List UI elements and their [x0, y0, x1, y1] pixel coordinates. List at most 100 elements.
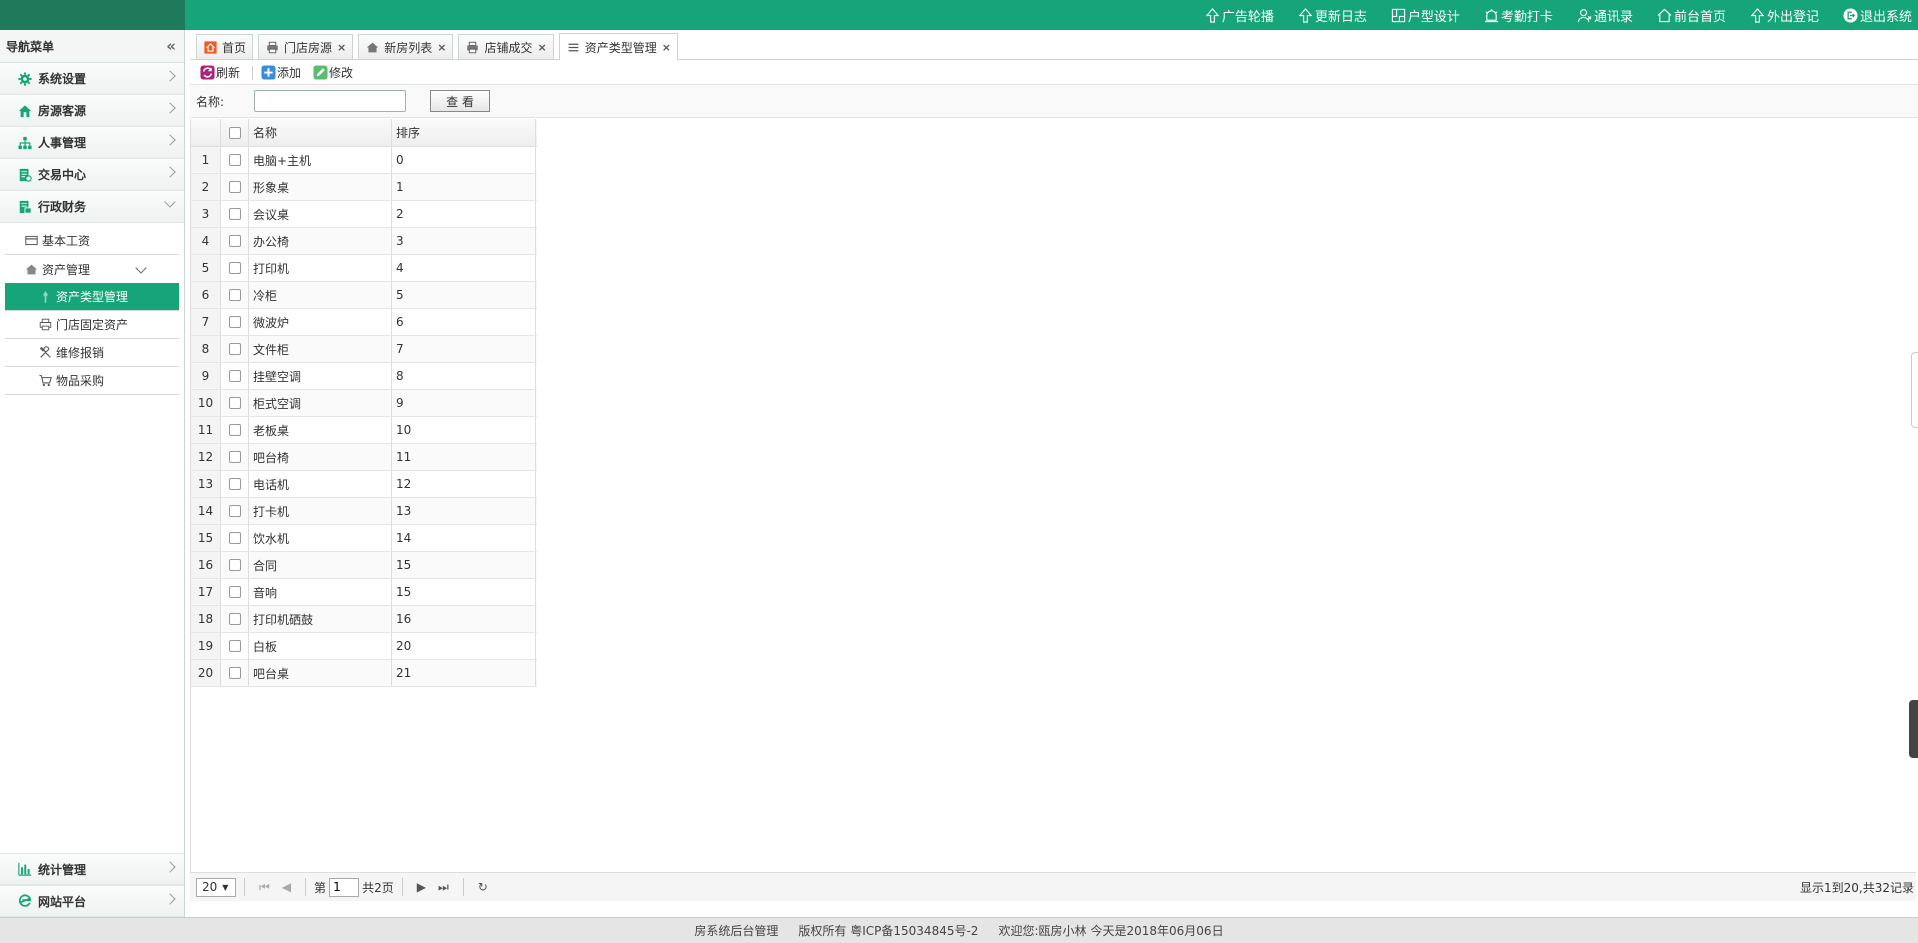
nav-group-website-platform[interactable]: 网站平台: [0, 885, 184, 917]
sidebar-item-asset-type-management[interactable]: 资产类型管理: [5, 283, 179, 311]
row-checkbox[interactable]: [228, 208, 241, 220]
sidebar-item-asset-management[interactable]: 资产管理: [5, 255, 179, 283]
table-row[interactable]: 11 老板桌 10: [191, 417, 537, 444]
row-number: 13: [191, 471, 221, 497]
row-checkbox[interactable]: [228, 181, 241, 193]
last-page-icon[interactable]: ⏭: [438, 880, 449, 895]
table-row[interactable]: 5 打印机 4: [191, 255, 537, 282]
table-row[interactable]: 7 微波炉 6: [191, 309, 537, 336]
close-icon[interactable]: ×: [538, 41, 547, 54]
table-row[interactable]: 1 电脑+主机 0: [191, 147, 537, 174]
row-checkbox[interactable]: [228, 451, 241, 463]
sidebar-item-basic-salary[interactable]: 基本工资: [5, 227, 179, 255]
edit-button[interactable]: 修改: [313, 64, 353, 81]
table-row[interactable]: 13 电话机 12: [191, 471, 537, 498]
tab-store-listings[interactable]: 门店房源 ×: [258, 34, 354, 59]
table-row[interactable]: 8 文件柜 7: [191, 336, 537, 363]
page-number-input[interactable]: [329, 877, 360, 897]
row-checkbox[interactable]: [228, 532, 241, 544]
table-row[interactable]: 3 会议桌 2: [191, 201, 537, 228]
table-row[interactable]: 2 形象桌 1: [191, 174, 537, 201]
nav-group-property-clients[interactable]: 房源客源: [0, 95, 184, 127]
row-checkbox[interactable]: [228, 505, 241, 517]
top-link-update-log[interactable]: 更新日志: [1298, 6, 1367, 25]
column-header-name[interactable]: 名称: [249, 119, 392, 146]
row-checkbox[interactable]: [228, 640, 241, 652]
tab-new-house-list[interactable]: 新房列表 ×: [358, 34, 454, 59]
table-row[interactable]: 19 白板 20: [191, 633, 537, 660]
column-header-sort[interactable]: 排序: [392, 119, 536, 146]
add-button[interactable]: 添加: [261, 64, 301, 81]
row-checkbox[interactable]: [228, 262, 241, 274]
table-row[interactable]: 20 吧台桌 21: [191, 660, 537, 687]
row-checkbox-cell: [221, 174, 249, 200]
row-checkbox[interactable]: [228, 343, 241, 355]
table-row[interactable]: 18 打印机硒鼓 16: [191, 606, 537, 633]
top-link-logout[interactable]: 退出系统: [1843, 6, 1912, 25]
prev-page-icon[interactable]: ◀: [282, 880, 291, 894]
table-row[interactable]: 14 打卡机 13: [191, 498, 537, 525]
cell-sort: 16: [392, 606, 536, 632]
nav-group-trade-center[interactable]: 交易中心: [0, 159, 184, 191]
top-link-attendance[interactable]: 考勤打卡: [1484, 6, 1553, 25]
row-checkbox[interactable]: [228, 613, 241, 625]
top-link-contacts[interactable]: 通讯录: [1577, 6, 1633, 25]
table-row[interactable]: 4 办公椅 3: [191, 228, 537, 255]
row-checkbox[interactable]: [228, 154, 241, 166]
tab-home[interactable]: 首页: [196, 34, 254, 59]
nav-group-personnel[interactable]: 人事管理: [0, 127, 184, 159]
table-row[interactable]: 9 挂壁空调 8: [191, 363, 537, 390]
arrow-up-icon: [1298, 7, 1313, 23]
page-size-select[interactable]: 20 ▼: [196, 877, 236, 897]
row-checkbox[interactable]: [228, 559, 241, 571]
sidebar-item-store-fixed-assets[interactable]: 门店固定资产: [5, 311, 179, 339]
nav-group-admin-finance[interactable]: 行政财务: [0, 191, 184, 223]
table-row[interactable]: 6 冷柜 5: [191, 282, 537, 309]
top-link-ad-carousel[interactable]: 广告轮播: [1205, 6, 1274, 25]
nav-group-statistics[interactable]: 统计管理: [0, 853, 184, 885]
collapse-sidebar-icon[interactable]: «: [166, 37, 176, 55]
row-checkbox[interactable]: [228, 667, 241, 679]
first-page-icon[interactable]: ⏮: [259, 880, 270, 895]
user-icon: [1577, 8, 1592, 22]
chevron-right-icon: [164, 70, 176, 82]
close-icon[interactable]: ×: [662, 41, 671, 54]
row-checkbox[interactable]: [228, 289, 241, 301]
row-checkbox[interactable]: [228, 397, 241, 409]
refresh-icon: [200, 65, 215, 80]
name-filter-input[interactable]: [254, 90, 407, 112]
sidebar-item-label: 维修报销: [56, 346, 105, 360]
search-button[interactable]: 查 看: [430, 90, 491, 112]
cell-name: 柜式空调: [249, 390, 392, 416]
tab-shop-deals[interactable]: 店铺成交 ×: [458, 34, 554, 59]
top-link-front-home[interactable]: 前台首页: [1657, 6, 1726, 25]
reload-icon[interactable]: ↻: [478, 880, 488, 894]
row-checkbox[interactable]: [228, 316, 241, 328]
row-checkbox[interactable]: [228, 370, 241, 382]
top-link-outing-register[interactable]: 外出登记: [1750, 6, 1819, 25]
floating-widget-handle[interactable]: [1909, 700, 1918, 758]
top-link-label: 广告轮播: [1221, 9, 1274, 25]
row-checkbox[interactable]: [228, 424, 241, 436]
top-link-floorplan[interactable]: 户型设计: [1391, 6, 1460, 25]
close-icon[interactable]: ×: [437, 41, 446, 54]
row-checkbox[interactable]: [228, 235, 241, 247]
sidebar-item-repair-claim[interactable]: 维修报销: [5, 339, 179, 367]
select-all-checkbox[interactable]: [228, 126, 241, 139]
next-page-icon[interactable]: ▶: [417, 880, 426, 894]
table-row[interactable]: 17 音响 15: [191, 579, 537, 606]
refresh-button[interactable]: 刷新: [200, 64, 240, 81]
row-checkbox[interactable]: [228, 478, 241, 490]
tab-asset-type-management[interactable]: 资产类型管理 ×: [558, 33, 678, 60]
row-checkbox[interactable]: [228, 586, 241, 598]
sidebar-item-purchase[interactable]: 物品采购: [5, 367, 179, 395]
home-icon: [1657, 8, 1672, 22]
sidebar-item-label: 基本工资: [42, 234, 91, 248]
close-icon[interactable]: ×: [337, 41, 346, 54]
table-row[interactable]: 15 饮水机 14: [191, 525, 537, 552]
table-row[interactable]: 16 合同 15: [191, 552, 537, 579]
table-row[interactable]: 12 吧台椅 11: [191, 444, 537, 471]
side-panel-handle[interactable]: [1911, 352, 1918, 428]
table-row[interactable]: 10 柜式空调 9: [191, 390, 537, 417]
nav-group-system-settings[interactable]: 系统设置: [0, 63, 184, 95]
